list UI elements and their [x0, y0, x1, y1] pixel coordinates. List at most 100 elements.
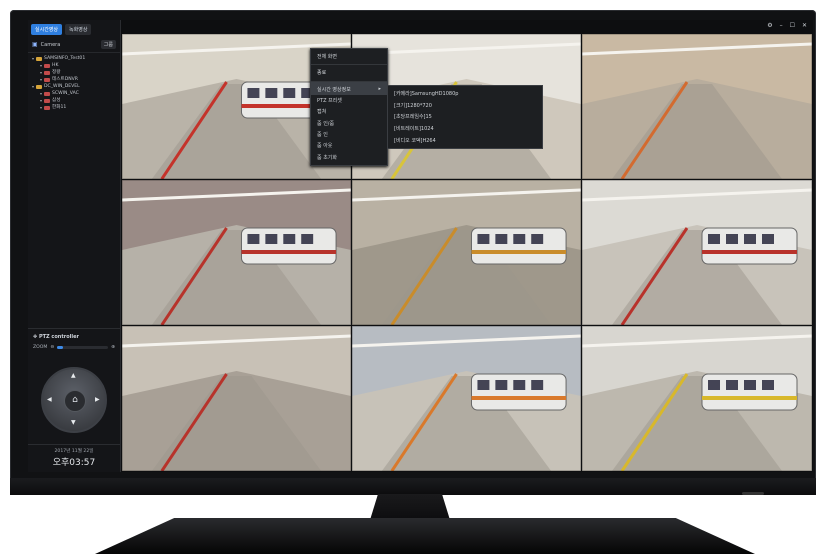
folder-icon [36, 84, 43, 89]
monitor-bezel [10, 478, 816, 495]
expand-icon[interactable]: ▾ [40, 90, 42, 97]
folder-icon [44, 98, 51, 103]
maximize-icon[interactable]: ☐ [790, 22, 795, 29]
video-tile[interactable] [582, 326, 812, 471]
power-indicator [742, 492, 764, 495]
tree-node-label: 정왕 [52, 70, 61, 75]
tree-node[interactable]: ▾ SAMSINFO_Test01 [32, 55, 116, 62]
tree-node-label: HK [52, 63, 59, 68]
video-tile[interactable] [352, 180, 581, 325]
tree-node-label: SAMSINFO_Test01 [44, 56, 86, 61]
monitor-stand [95, 518, 755, 554]
move-icon: ✥ [33, 334, 38, 340]
camera-tree: ▾ SAMSINFO_Test01 ▾ HK ▾ 정왕 ▾ 테스트DNVR ▾ DC_WIN_DE… [28, 53, 120, 113]
stream-info-item: [비디오 코덱]H264 [394, 137, 436, 144]
expand-icon[interactable]: ▾ [40, 76, 42, 83]
camera-feed-image [122, 326, 351, 471]
context-menu-item[interactable]: 줌 인 [311, 129, 387, 140]
tree-node-label: 테스트DNVR [52, 77, 79, 82]
zoom-label: ZOOM [33, 345, 48, 350]
tree-node[interactable]: ▾ 한화11 [32, 104, 116, 111]
clock-date: 2017년 11월 22일 [54, 449, 94, 454]
ptz-controller: ✥ PTZ controller ZOOM ⊖ ⊕ ▲ ▼ ◀ ▶ ⌂ [28, 328, 120, 441]
tree-node[interactable]: ▾ 테스트DNVR [32, 76, 116, 83]
clock-time: 오후03:57 [52, 458, 96, 468]
window-controls: ⚙ – ☐ ✕ [767, 22, 807, 29]
clock: 2017년 11월 22일 오후03:57 [28, 444, 120, 468]
expand-icon[interactable]: ▾ [40, 104, 42, 111]
context-menu-item[interactable]: 종료 [311, 64, 387, 78]
pan-down-icon[interactable]: ▼ [71, 419, 76, 426]
expand-icon[interactable]: ▾ [32, 55, 34, 62]
folder-icon [36, 56, 43, 61]
camera-feed-image [352, 326, 581, 471]
zoom-slider[interactable] [57, 346, 109, 349]
group-button[interactable]: 그룹 [100, 40, 116, 49]
stream-info-item: [카메라]SamsungHD1080p [394, 91, 459, 98]
tree-node[interactable]: ▾ HK [32, 62, 116, 69]
tab-live[interactable]: 실시간영상 [31, 24, 63, 35]
camera-header-label: Camera [40, 41, 61, 48]
zoom-control: ZOOM ⊖ ⊕ [28, 343, 120, 352]
tree-node[interactable]: ▾ 정왕 [32, 69, 116, 76]
mode-tabs: 실시간영상 녹화영상 [28, 20, 120, 37]
context-menu-item[interactable]: PTZ 프리셋 [311, 95, 387, 106]
tab-playback[interactable]: 녹화영상 [65, 24, 92, 35]
stream-info-item: [비트레이트]1024 [394, 126, 434, 133]
submenu-arrow-icon: ▸ [378, 85, 381, 92]
context-menu-item[interactable]: 줌 인/줌 [311, 118, 387, 129]
video-tile[interactable] [122, 326, 351, 471]
camera-feed-image [122, 180, 351, 325]
tree-node[interactable]: ▾ DC_WIN_DEVEL [32, 83, 116, 90]
pan-up-icon[interactable]: ▲ [71, 372, 76, 379]
vms-screen: 실시간영상 녹화영상 ▣ Camera 그룹 ▾ SAMSINFO_Test01 ▾… [28, 20, 813, 472]
stream-info-item: [초당프레임수]15 [394, 114, 432, 121]
folder-icon [44, 63, 51, 68]
monitor-neck [370, 494, 450, 520]
left-panel: 실시간영상 녹화영상 ▣ Camera 그룹 ▾ SAMSINFO_Test01 ▾… [28, 20, 121, 472]
folder-icon [44, 91, 51, 96]
zoom-in-icon[interactable]: ⊕ [111, 345, 115, 350]
camera-feed-image [352, 180, 581, 325]
camera-feed-image [582, 34, 812, 179]
camera-icon: ▣ [32, 41, 38, 48]
stream-info-item: [크기]1280*720 [394, 102, 432, 109]
context-menu-item[interactable]: 캡쳐 [311, 106, 387, 117]
video-tile[interactable] [122, 180, 351, 325]
zoom-slider-fill [57, 346, 64, 349]
video-tile[interactable] [582, 180, 812, 325]
expand-icon[interactable]: ▾ [40, 62, 42, 69]
home-icon[interactable]: ⌂ [64, 390, 86, 412]
video-tile[interactable] [582, 34, 812, 179]
folder-icon [44, 70, 51, 75]
gear-icon[interactable]: ⚙ [767, 22, 772, 29]
tree-node[interactable]: ▾ 삼성 [32, 97, 116, 104]
minimize-icon[interactable]: – [780, 22, 783, 29]
expand-icon[interactable]: ▾ [40, 69, 42, 76]
context-menu-item[interactable]: 실시간 영상정보 ▸ [311, 80, 387, 95]
context-menu: 전체 화면종료실시간 영상정보 ▸ PTZ 프리셋 캡쳐 줌 인/줌 줌 인줌 아웃 줌 초… [310, 48, 388, 166]
camera-header: ▣ Camera 그룹 [28, 37, 120, 53]
folder-icon [44, 77, 51, 82]
folder-icon [44, 105, 51, 110]
close-icon[interactable]: ✕ [802, 22, 807, 29]
context-menu-item[interactable]: 줌 아웃 [311, 140, 387, 151]
stream-info-submenu: [카메라]SamsungHD1080p [크기]1280*720 [초당프레임수]1… [387, 85, 543, 149]
ptz-title-label: PTZ controller [38, 334, 79, 340]
tree-node[interactable]: ▾ SCWIN_VAC [32, 90, 116, 97]
camera-feed-image [582, 180, 812, 325]
expand-icon[interactable]: ▾ [32, 83, 34, 90]
pan-right-icon[interactable]: ▶ [95, 396, 100, 403]
context-menu-item[interactable]: 줌 초기화 [311, 152, 387, 163]
context-menu-item[interactable]: 전체 화면 [311, 51, 387, 62]
video-tile[interactable] [352, 326, 581, 471]
tree-node-label: SCWIN_VAC [52, 91, 79, 96]
expand-icon[interactable]: ▾ [40, 97, 42, 104]
tree-node-label: 삼성 [52, 98, 61, 103]
ptz-title: ✥ PTZ controller [28, 329, 120, 343]
tree-node-label: 한화11 [52, 105, 67, 110]
ptz-dpad[interactable]: ▲ ▼ ◀ ▶ ⌂ [41, 367, 107, 433]
zoom-out-icon[interactable]: ⊖ [50, 345, 54, 350]
camera-feed-image [582, 326, 812, 471]
pan-left-icon[interactable]: ◀ [47, 396, 52, 403]
